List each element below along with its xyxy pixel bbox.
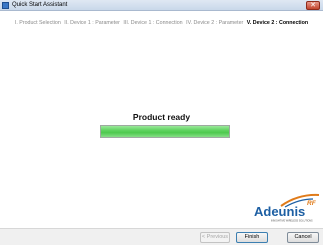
wizard-steps: I. Product Selection II. Device 1 : Para… <box>0 19 323 27</box>
logo-tagline: INNOVATIVE WIRELESS SOLUTIONS <box>271 220 313 223</box>
cancel-button[interactable]: Cancel <box>287 232 319 243</box>
logo-wordmark: Adeunis <box>254 204 305 219</box>
button-bar: < Previous Finish Cancel <box>0 228 323 245</box>
step-device2-parameter: IV. Device 2 : Parameter <box>186 20 244 26</box>
title-bar: Quick Start Assistant ✕ <box>0 0 323 11</box>
logo-rf-text: RF <box>307 200 317 207</box>
close-button[interactable]: ✕ <box>306 1 320 10</box>
step-device2-connection: V. Device 2 : Connection <box>246 20 309 26</box>
step-device1-parameter: II. Device 1 : Parameter <box>64 20 120 26</box>
status-title: Product ready <box>132 112 191 122</box>
finish-button[interactable]: Finish <box>236 232 268 243</box>
progress-bar <box>100 125 230 138</box>
progress-fill <box>101 126 229 137</box>
step-device1-connection: III. Device 1 : Connection <box>123 20 183 26</box>
adeunis-logo: RF Adeunis INNOVATIVE WIRELESS SOLUTIONS <box>254 193 320 223</box>
previous-button[interactable]: < Previous <box>200 232 230 243</box>
app-icon <box>2 2 9 9</box>
window-title: Quick Start Assistant <box>12 2 68 8</box>
step-product-selection: I. Product Selection <box>14 20 61 26</box>
